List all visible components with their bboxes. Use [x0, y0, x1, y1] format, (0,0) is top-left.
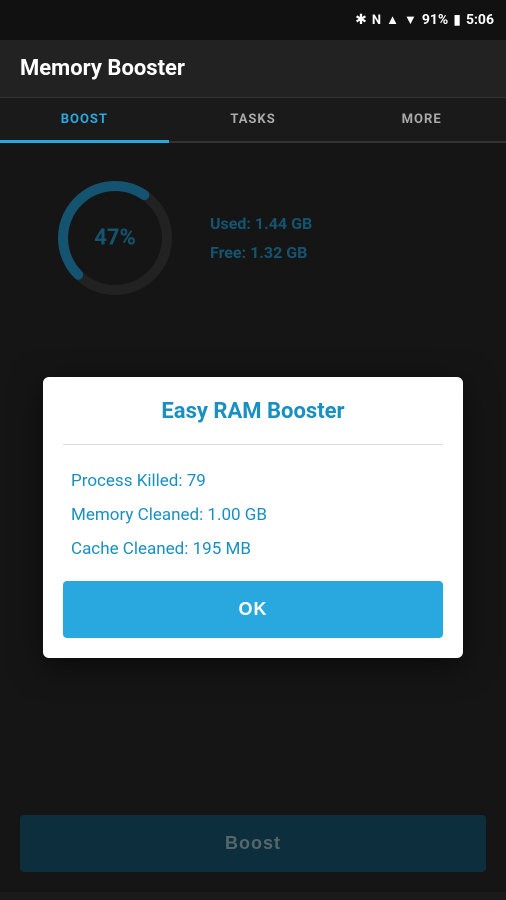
- battery-percent: 91%: [422, 12, 448, 28]
- dialog-divider: [63, 444, 443, 445]
- cache-cleaned-label: Cache Cleaned:: [71, 539, 193, 559]
- memory-cleaned-stat: Memory Cleaned: 1.00 GB: [71, 505, 435, 525]
- memory-cleaned-value: 1.00 GB: [207, 505, 267, 525]
- battery-icon: ▮: [453, 12, 461, 28]
- process-killed-label: Process Killed:: [71, 471, 187, 491]
- memory-cleaned-label: Memory Cleaned:: [71, 505, 207, 525]
- main-content: 47% Used: 1.44 GB Free: 1.32 GB Boost Ea…: [0, 143, 506, 892]
- cache-cleaned-stat: Cache Cleaned: 195 MB: [71, 539, 435, 559]
- process-killed-value: 79: [187, 471, 206, 491]
- clock: 5:06: [466, 12, 494, 28]
- tab-boost[interactable]: BOOST: [0, 98, 169, 141]
- app-title: Memory Booster: [20, 56, 486, 81]
- dialog-title: Easy RAM Booster: [43, 377, 463, 434]
- dialog-overlay: Easy RAM Booster Process Killed: 79 Memo…: [0, 143, 506, 892]
- status-bar: ✱ N ▲ ▼ 91% ▮ 5:06: [0, 0, 506, 40]
- ok-button[interactable]: OK: [63, 581, 443, 638]
- cache-cleaned-value: 195 MB: [193, 539, 251, 559]
- tab-tasks[interactable]: TASKS: [169, 98, 338, 141]
- app-header: Memory Booster: [0, 40, 506, 98]
- tab-more[interactable]: MORE: [337, 98, 506, 141]
- dialog-body: Process Killed: 79 Memory Cleaned: 1.00 …: [43, 455, 463, 581]
- network-icon: N: [372, 13, 381, 28]
- tab-bar: BOOST TASKS MORE: [0, 98, 506, 143]
- dialog: Easy RAM Booster Process Killed: 79 Memo…: [43, 377, 463, 658]
- bluetooth-icon: ✱: [355, 12, 367, 28]
- status-icons: ✱ N ▲ ▼ 91% ▮ 5:06: [355, 12, 494, 28]
- signal-icon: ▼: [404, 12, 417, 28]
- process-killed-stat: Process Killed: 79: [71, 471, 435, 491]
- wifi-icon: ▲: [386, 12, 399, 28]
